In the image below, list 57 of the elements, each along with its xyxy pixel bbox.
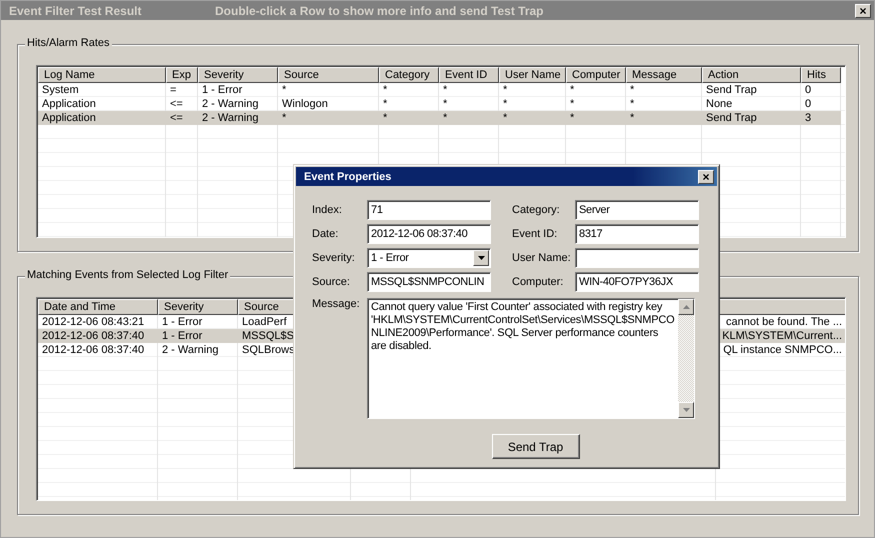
table-cell-text: * [281,83,288,97]
table-cell-text: Send Trap [705,83,758,97]
table-cell-text: * [569,97,576,111]
table-cell: 1 - Error [158,329,238,343]
field-label: Source: [312,276,351,288]
field-label: Category: [512,204,561,216]
table-cell-text: 1 - Error [161,315,204,329]
group-title: Matching Events from Selected Log Filter [25,269,230,281]
table-cell-text: 2 - Warning [201,97,260,111]
table-cell-text: * [382,83,388,97]
table-cell-text: 2012-12-06 08:43:21 [41,315,146,329]
table-cell: 2012-12-06 08:37:40 [38,329,158,343]
table-cell-text: * [502,97,508,111]
table-cell-text: = [169,83,178,97]
table-cell-text: LoadPerf [241,315,288,329]
table-cell-text: SQLBrows [241,343,296,357]
table-cell-text: * [502,83,508,97]
table-cell-text: 1 - Error [201,83,244,97]
table-cell-text: Application [41,97,97,111]
window-title: Event Filter Test Result [9,4,142,18]
field-label: User Name: [512,252,572,264]
table-cell-text: 0 [804,83,812,97]
table-cell: <= [166,111,198,125]
table-cell: * [379,111,439,125]
field-label: Event ID: [512,228,558,240]
table-cell-text: * [442,97,448,111]
table-cell: * [499,111,566,125]
table-cell: * [439,111,499,125]
table-cell-text: * [442,83,448,97]
table-cell-text: * [629,97,636,111]
table-cell: 3 [801,111,841,125]
table-cell: * [278,111,379,125]
table-cell-text: cannot be found. The ... [725,315,843,329]
group-title: Hits/Alarm Rates [25,37,112,49]
field-label: Severity: [312,252,356,264]
table-cell-text: <= [169,97,184,111]
table-cell-text: 0 [804,97,812,111]
table-cell-text: 2 - Warning [161,343,220,357]
table-cell-text: Winlogon [281,97,329,111]
table-cell: 2 - Warning [198,111,278,125]
field-label: Date: [312,228,340,240]
table-cell-text: * [569,83,576,97]
window-hint: Double-click a Row to show more info and send Test Trap [215,4,544,18]
table-cell: Send Trap [702,111,801,125]
table-cell-text: * [382,97,388,111]
table-cell-text: System [41,83,80,97]
table-cell: Application [38,111,166,125]
field-label: Message: [312,298,361,312]
field-label: Index: [312,204,343,216]
table-cell-text: QL instance SNMPCO... [722,343,843,357]
table-cell: * [566,111,626,125]
dialog-title: Event Properties [304,170,392,182]
table-cell-text: * [629,83,636,97]
table-cell-text: None [705,97,734,111]
table-cell-text: 2012-12-06 08:37:40 [41,343,146,357]
field-label: Computer: [512,276,564,288]
table-cell: * [626,111,702,125]
